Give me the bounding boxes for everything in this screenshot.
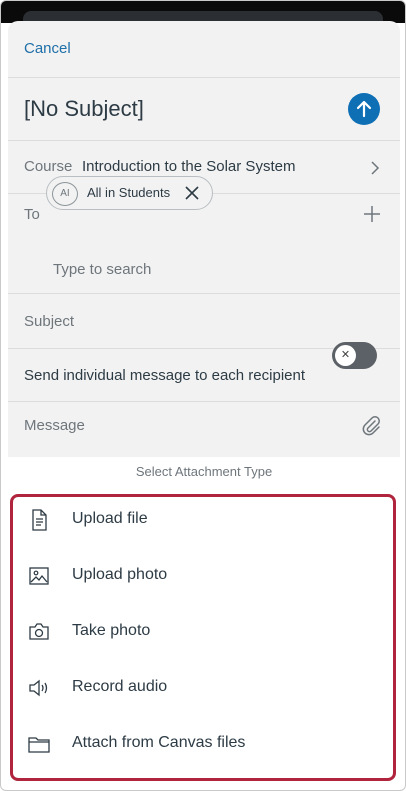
arrow-up-icon <box>356 100 372 118</box>
individual-message-label: Send individual message to each recipien… <box>24 367 306 384</box>
option-label: Take photo <box>72 622 151 639</box>
to-label: To <box>24 206 40 223</box>
attachment-options: Upload file Upload photo Take photo Reco… <box>10 494 396 781</box>
camera-icon <box>29 623 49 640</box>
avatar: AI <box>52 182 78 206</box>
image-icon <box>29 567 49 585</box>
speaker-icon <box>29 679 48 697</box>
remove-recipient-icon[interactable] <box>183 184 201 202</box>
paperclip-icon[interactable] <box>360 414 382 436</box>
add-recipient-icon[interactable] <box>363 205 381 223</box>
subject-header: [No Subject] <box>8 78 400 141</box>
page-title: [No Subject] <box>24 96 144 121</box>
compose-sheet: Cancel [No Subject] Course Introduction … <box>8 21 400 457</box>
course-value: Introduction to the Solar System <box>82 158 296 175</box>
attachment-sheet-title: Select Attachment Type <box>135 464 273 479</box>
upload-photo-option[interactable]: Upload photo <box>13 550 393 606</box>
record-audio-option[interactable]: Record audio <box>13 662 393 718</box>
screen: Cancel [No Subject] Course Introduction … <box>0 0 406 791</box>
document-icon <box>32 509 47 531</box>
message-row[interactable]: Message <box>8 402 400 457</box>
option-label: Record audio <box>72 678 168 695</box>
subject-field[interactable]: Subject <box>24 313 74 330</box>
subject-row[interactable]: Subject <box>8 294 400 349</box>
folder-icon <box>28 737 50 753</box>
take-photo-option[interactable]: Take photo <box>13 606 393 662</box>
chevron-right-icon <box>371 161 380 175</box>
message-field[interactable]: Message <box>24 417 85 434</box>
course-label: Course <box>24 158 73 175</box>
toggle-knob: ✕ <box>335 345 356 366</box>
status-bar <box>1 1 405 29</box>
attach-canvas-files-option[interactable]: Attach from Canvas files <box>13 718 393 774</box>
cancel-button[interactable]: Cancel <box>24 40 71 57</box>
individual-message-toggle[interactable]: ✕ <box>332 342 377 369</box>
option-label: Attach from Canvas files <box>72 734 246 751</box>
option-label: Upload file <box>72 510 148 527</box>
upload-file-option[interactable]: Upload file <box>13 494 393 550</box>
option-label: Upload photo <box>72 566 168 583</box>
nav-bar: Cancel <box>8 21 400 78</box>
recipient-chip[interactable]: AI All in Students <box>46 176 213 210</box>
send-button[interactable] <box>348 93 380 125</box>
search-input[interactable]: Type to search <box>53 261 151 278</box>
recipient-name: All in Students <box>87 185 171 200</box>
